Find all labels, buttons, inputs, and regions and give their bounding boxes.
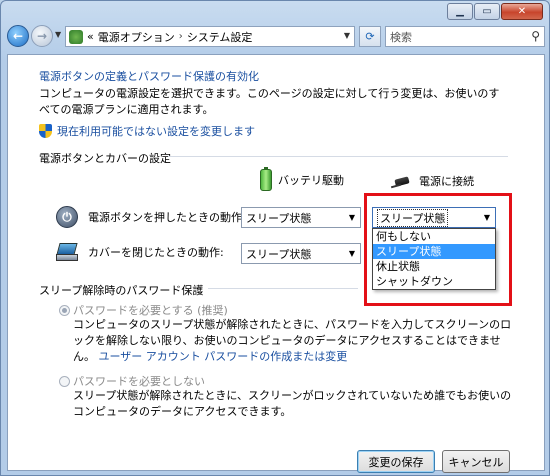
breadcrumb-prefix[interactable]: « xyxy=(87,30,94,43)
content-area: 電源ボタンの定義とパスワード保護の有効化 コンピュータの電源設定を選択できます。… xyxy=(7,54,545,473)
breadcrumb-separator[interactable]: › xyxy=(179,31,183,42)
chevron-down-icon: ▼ xyxy=(348,213,355,222)
search-icon[interactable]: ⚲ xyxy=(531,29,540,43)
require-password-option[interactable]: パスワードを必要とする (推奨) xyxy=(59,302,228,318)
require-password-description: コンピュータのスリープ状態が解除されたときに、パスワードを入力してスクリーンのロ… xyxy=(73,317,513,365)
close-button[interactable]: ✕ xyxy=(501,3,543,20)
save-button[interactable]: 変更の保存 xyxy=(357,450,435,473)
battery-column-label: バッテリ駆動 xyxy=(278,174,344,187)
no-password-option[interactable]: パスワードを必要としない xyxy=(59,373,205,389)
back-button[interactable]: ← xyxy=(7,25,29,47)
navigation-bar: ← → ▼ « 電源オプション › システム設定 ▼ ⟳ 検索 ⚲ xyxy=(7,24,545,50)
lid-label: カバーを閉じたときの動作: xyxy=(88,246,224,259)
lid-battery-value: スリープ状態 xyxy=(246,247,312,261)
no-password-description: スリープ状態が解除されたときに、スクリーンがロックされていないため誰でもお使いの… xyxy=(73,389,512,418)
section-divider xyxy=(168,156,508,157)
battery-column-header: バッテリ駆動 xyxy=(260,167,344,191)
uac-shield-icon xyxy=(39,124,52,138)
plugged-column-label: 電源に接続 xyxy=(419,175,474,188)
battery-icon xyxy=(260,167,272,191)
lid-row: カバーを閉じたときの動作: xyxy=(56,243,224,261)
power-button-label: 電源ボタンを押したときの動作: xyxy=(88,211,246,224)
address-dropdown-icon[interactable]: ▼ xyxy=(344,31,350,40)
page-description: コンピュータの電源設定を選択できます。このページの設定に対して行う変更は、お使い… xyxy=(39,87,500,116)
forward-button[interactable]: → xyxy=(31,25,53,47)
search-placeholder: 検索 xyxy=(390,30,412,44)
cancel-button[interactable]: キャンセル xyxy=(442,450,510,473)
refresh-button[interactable]: ⟳ xyxy=(359,26,381,47)
power-button-icon: ⏻ xyxy=(56,206,78,228)
power-button-battery-value: スリープ状態 xyxy=(246,211,312,225)
plugged-column-header: 電源に接続 xyxy=(391,173,474,189)
power-plug-icon xyxy=(391,175,413,187)
window: ▁ ▭ ✕ ← → ▼ « 電源オプション › システム設定 ▼ ⟳ 検索 ⚲ … xyxy=(0,0,550,476)
change-unavailable-row[interactable]: 現在利用可能ではない設定を変更します xyxy=(39,123,255,139)
breadcrumb-power-options[interactable]: 電源オプション xyxy=(98,29,175,45)
minimize-button[interactable]: ▁ xyxy=(447,3,473,20)
maximize-button[interactable]: ▭ xyxy=(474,3,500,20)
user-account-password-link[interactable]: ユーザー アカウント パスワードの作成または変更 xyxy=(99,350,348,363)
breadcrumb-system-settings[interactable]: システム設定 xyxy=(187,29,253,45)
annotation-highlight-box xyxy=(364,193,512,306)
no-password-radio[interactable] xyxy=(59,375,70,387)
require-password-label[interactable]: パスワードを必要とする (推奨) xyxy=(73,302,228,318)
power-button-row: ⏻ 電源ボタンを押したときの動作: xyxy=(56,206,246,228)
control-panel-icon xyxy=(69,29,83,44)
change-unavailable-settings-link[interactable]: 現在利用可能ではない設定を変更します xyxy=(57,123,255,139)
lid-battery-select[interactable]: スリープ状態 ▼ xyxy=(241,243,361,264)
power-button-battery-select[interactable]: スリープ状態 ▼ xyxy=(241,207,361,228)
history-dropdown-icon[interactable]: ▼ xyxy=(55,30,61,39)
password-section-title: スリープ解除時のパスワード保護 xyxy=(39,284,204,297)
chevron-down-icon: ▼ xyxy=(348,249,355,258)
page-title: 電源ボタンの定義とパスワード保護の有効化 xyxy=(39,70,259,83)
buttons-section-title: 電源ボタンとカバーの設定 xyxy=(39,152,171,165)
laptop-lid-icon xyxy=(56,243,78,261)
caption-buttons: ▁ ▭ ✕ xyxy=(447,3,543,20)
no-password-label[interactable]: パスワードを必要としない xyxy=(73,373,205,389)
search-input[interactable]: 検索 ⚲ xyxy=(385,26,545,47)
address-bar[interactable]: « 電源オプション › システム設定 ▼ xyxy=(65,26,355,47)
section-divider xyxy=(208,288,358,289)
require-password-radio[interactable] xyxy=(59,304,70,316)
